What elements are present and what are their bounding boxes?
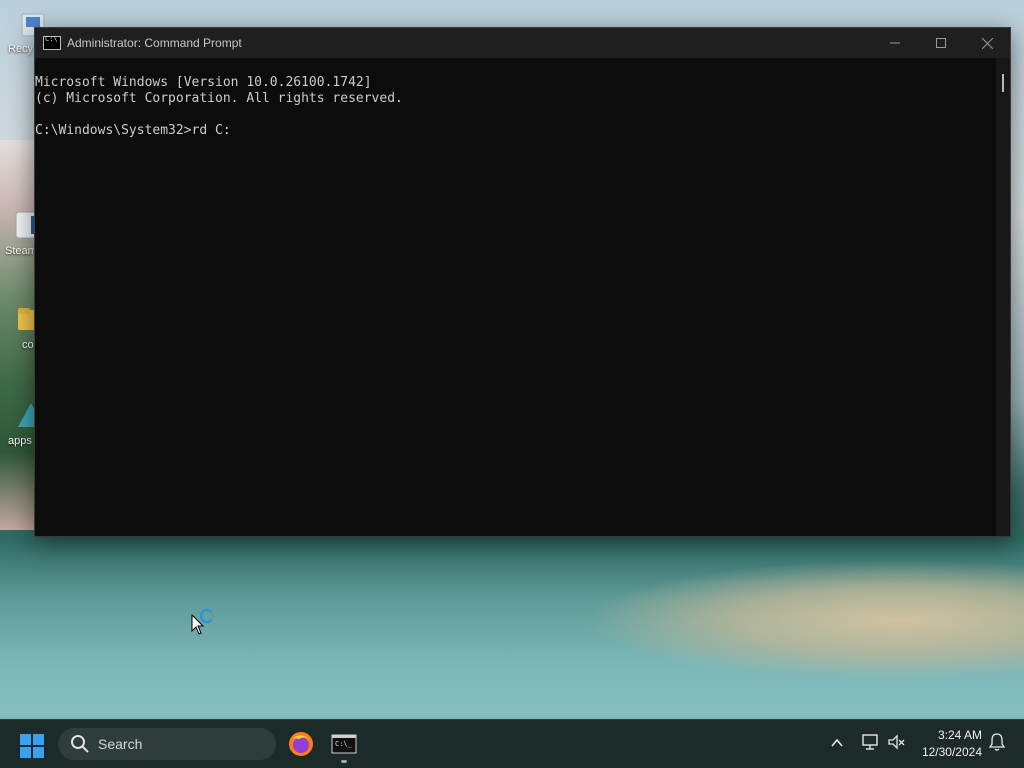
window-title: Administrator: Command Prompt — [67, 36, 242, 50]
volume-muted-icon[interactable] — [886, 732, 906, 752]
search-placeholder: Search — [98, 736, 143, 752]
desktop: Recy Steam co apps Administrator: Comman… — [0, 0, 1024, 768]
console-line: Microsoft Windows [Version 10.0.26100.17… — [35, 75, 372, 90]
network-icon[interactable] — [860, 732, 880, 752]
maximize-icon — [936, 38, 946, 48]
clock-time: 3:24 AM — [937, 728, 982, 742]
console-output[interactable]: Microsoft Windows [Version 10.0.26100.17… — [35, 58, 998, 536]
taskbar-clock[interactable]: 3:24 AM 12/30/2024 — [918, 727, 982, 761]
command-prompt-taskbar-icon[interactable]: C:\_ — [330, 730, 358, 758]
busy-spinner-icon — [200, 609, 214, 623]
windows-start-icon[interactable] — [19, 733, 45, 759]
chevron-up-icon[interactable] — [830, 736, 844, 750]
taskbar-search-box[interactable]: Search — [58, 728, 276, 760]
minimize-button[interactable] — [872, 28, 918, 58]
notification-bell-icon[interactable] — [988, 732, 1006, 752]
command-prompt-window[interactable]: Administrator: Command Prompt Microsoft … — [34, 27, 1011, 537]
cmd-icon — [43, 35, 61, 50]
console-prompt-line[interactable]: C:\Windows\System32>rd C: — [35, 123, 998, 139]
console-scrollbar[interactable] — [996, 58, 1010, 536]
scrollbar-thumb[interactable] — [1002, 74, 1004, 92]
close-icon — [981, 37, 993, 49]
console-line: (c) Microsoft Corporation. All rights re… — [35, 91, 403, 106]
clock-date: 12/30/2024 — [921, 745, 982, 759]
search-icon — [71, 735, 89, 753]
taskbar: Search C:\_ 3:24 AM 12/30/2024 — [0, 719, 1024, 768]
window-titlebar[interactable]: Administrator: Command Prompt — [35, 28, 1010, 58]
svg-text:C:\_: C:\_ — [335, 740, 353, 748]
app-running-indicator — [341, 760, 347, 763]
firefox-icon[interactable] — [287, 730, 315, 758]
minimize-icon — [890, 42, 900, 44]
maximize-button[interactable] — [918, 28, 964, 58]
close-button[interactable] — [964, 28, 1010, 58]
